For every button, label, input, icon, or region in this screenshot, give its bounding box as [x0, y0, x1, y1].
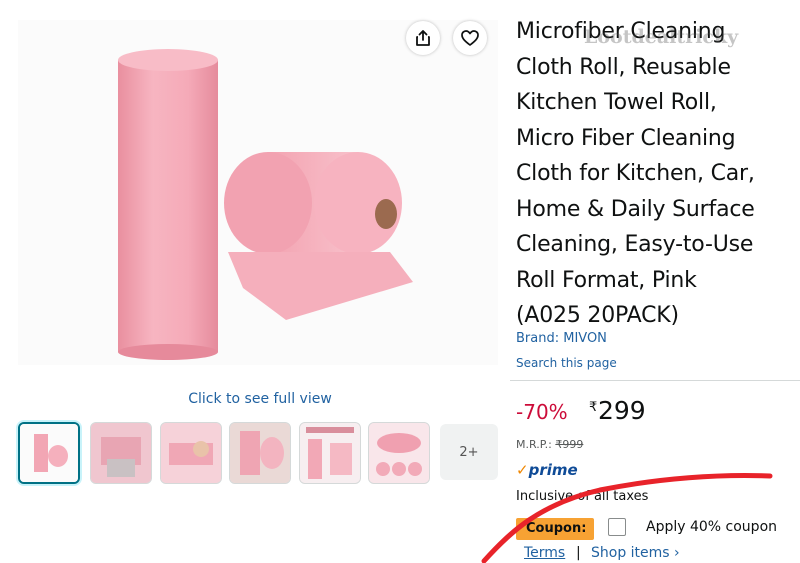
title-line: Roll Format, Pink: [516, 267, 697, 293]
title-line: Cleaning, Easy-to-Use: [516, 232, 754, 257]
thumbnail-2[interactable]: [90, 422, 152, 484]
thumbnail-3[interactable]: [160, 422, 222, 484]
thumbnail-image: [369, 423, 429, 483]
thumbnail-1[interactable]: [18, 422, 80, 484]
see-full-view-link[interactable]: Click to see full view: [150, 391, 370, 407]
mrp-value: ₹999: [555, 438, 584, 451]
heart-icon: [461, 30, 479, 46]
thumbnail-image: [161, 423, 221, 483]
title-line: Micro Fiber Cleaning: [516, 125, 736, 151]
search-this-page-link[interactable]: Search this page: [516, 356, 617, 370]
mrp-label: M.R.P.:: [516, 438, 552, 451]
thumbnail-6[interactable]: [368, 422, 430, 484]
watermark-text: Lootdealtricky: [584, 26, 739, 48]
thumbnail-4[interactable]: [229, 422, 291, 484]
discount-percentage: -70%: [516, 400, 568, 424]
share-icon: [416, 30, 430, 46]
share-button[interactable]: [406, 21, 440, 55]
red-annotation-stroke: [481, 473, 773, 563]
main-product-image[interactable]: [18, 20, 498, 365]
divider: [510, 380, 800, 381]
thumbnail-image: [230, 423, 290, 483]
product-photo: [118, 49, 413, 360]
mrp-row: M.R.P.: ₹999: [516, 438, 583, 451]
product-title: Microfiber Cleaning Cloth Roll, Reusable…: [516, 14, 798, 334]
wishlist-button[interactable]: [453, 21, 487, 55]
thumbnail-image: [300, 423, 360, 483]
thumbnail-image: [91, 423, 151, 483]
brand-link[interactable]: Brand: MIVON: [516, 331, 607, 346]
currency-symbol: ₹: [589, 400, 598, 415]
title-line: Cloth Roll, Reusable: [516, 54, 731, 80]
title-line: (A025 20PACK): [516, 303, 679, 328]
title-line: Cloth for Kitchen, Car,: [516, 161, 755, 186]
title-line: Home & Daily Surface: [516, 196, 755, 222]
thumbnail-image: [20, 424, 78, 482]
price-amount: 299: [598, 396, 646, 425]
thumbnail-5[interactable]: [299, 422, 361, 484]
title-line: Kitchen Towel Roll,: [516, 90, 717, 115]
